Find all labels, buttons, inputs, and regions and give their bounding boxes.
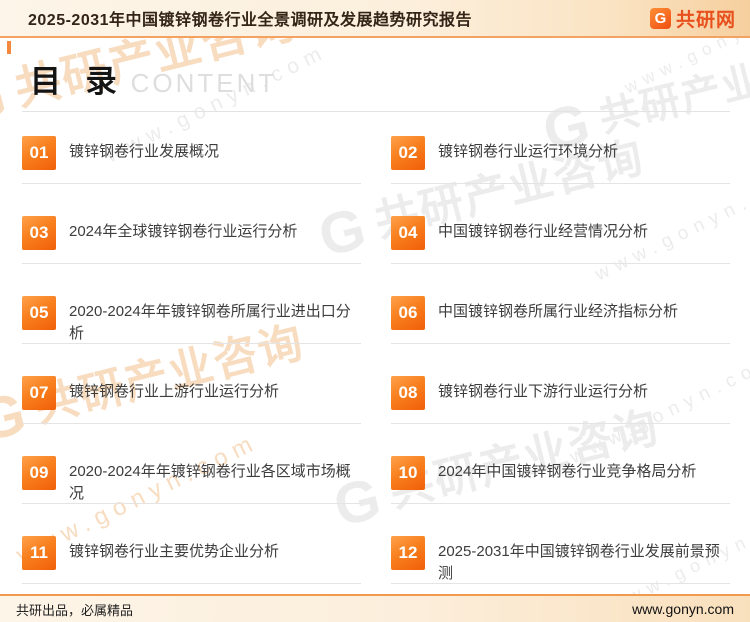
brand-logo: G 共研网 [649, 5, 736, 32]
report-toc-page: G共研产业咨询 www.gonyn.com G共研产业咨询 www.gonyn.… [0, 0, 750, 622]
item-divider [22, 183, 361, 184]
toc-item-number: 07 [22, 376, 56, 410]
left-accent-bar [7, 41, 11, 54]
brand-logo-text: 共研网 [675, 9, 736, 31]
toc-item-label: 2020-2024年年镀锌钢卷行业各区域市场概况 [69, 463, 351, 502]
brand-g-icon: G [649, 7, 671, 29]
watermark-g-icon: G [0, 63, 15, 138]
item-divider [391, 263, 730, 264]
item-divider [22, 263, 361, 264]
toc-heading-cn: 目 录 [30, 64, 125, 99]
report-title: 2025-2031年中国镀锌钢卷行业全景调研及发展趋势研究报告 [28, 12, 473, 29]
item-divider [22, 343, 361, 344]
toc-item-label: 镀锌钢卷行业运行环境分析 [438, 143, 619, 160]
toc-item: 08 镀锌钢卷行业下游行业运行分析 [391, 376, 730, 456]
toc-item-label: 镀锌钢卷行业上游行业运行分析 [69, 383, 280, 400]
footer: 共研出品，必属精品 www.gonyn.com [0, 594, 750, 622]
toc-item-label: 2024年全球镀锌钢卷行业运行分析 [69, 223, 298, 240]
toc-item: 03 2024年全球镀锌钢卷行业运行分析 [22, 216, 361, 296]
item-divider [22, 583, 361, 584]
toc-item-label: 中国镀锌钢卷所属行业经济指标分析 [438, 303, 679, 320]
toc-item-number: 12 [391, 536, 425, 570]
toc-item-label: 镀锌钢卷行业下游行业运行分析 [438, 383, 649, 400]
toc-item-label: 2024年中国镀锌钢卷行业竞争格局分析 [438, 463, 697, 480]
toc-grid: 01 镀锌钢卷行业发展概况 02 镀锌钢卷行业运行环境分析 03 2024年全球… [22, 136, 730, 616]
toc-item: 01 镀锌钢卷行业发展概况 [22, 136, 361, 216]
toc-item: 04 中国镀锌钢卷行业经营情况分析 [391, 216, 730, 296]
toc-item-label: 镀锌钢卷行业发展概况 [69, 143, 220, 160]
footer-slogan: 共研出品，必属精品 [16, 602, 134, 618]
toc-item-label: 2020-2024年年镀锌钢卷所属行业进出口分析 [69, 303, 351, 342]
toc-item: 05 2020-2024年年镀锌钢卷所属行业进出口分析 [22, 296, 361, 376]
heading-rule [22, 111, 730, 112]
item-divider [391, 583, 730, 584]
toc-item: 02 镀锌钢卷行业运行环境分析 [391, 136, 730, 216]
toc-item-label: 2025-2031年中国镀锌钢卷行业发展前景预测 [438, 543, 720, 582]
toc-item-number: 08 [391, 376, 425, 410]
toc-item-number: 03 [22, 216, 56, 250]
toc-item-number: 09 [22, 456, 56, 490]
toc-item-label: 中国镀锌钢卷行业经营情况分析 [438, 223, 649, 240]
toc-item-number: 10 [391, 456, 425, 490]
toc-heading: 目 录 CONTENT [30, 56, 277, 101]
item-divider [391, 343, 730, 344]
toc-item-label: 镀锌钢卷行业主要优势企业分析 [69, 543, 280, 560]
item-divider [391, 423, 730, 424]
footer-website-url[interactable]: www.gonyn.com [632, 601, 734, 617]
toc-item-number: 06 [391, 296, 425, 330]
item-divider [391, 503, 730, 504]
item-divider [22, 423, 361, 424]
toc-heading-en: CONTENT [130, 68, 278, 98]
item-divider [22, 503, 361, 504]
toc-item: 09 2020-2024年年镀锌钢卷行业各区域市场概况 [22, 456, 361, 536]
toc-item-number: 02 [391, 136, 425, 170]
toc-item: 10 2024年中国镀锌钢卷行业竞争格局分析 [391, 456, 730, 536]
header: 2025-2031年中国镀锌钢卷行业全景调研及发展趋势研究报告 G 共研网 [0, 0, 750, 38]
toc-item-number: 05 [22, 296, 56, 330]
toc-item-number: 01 [22, 136, 56, 170]
item-divider [391, 183, 730, 184]
toc-item: 07 镀锌钢卷行业上游行业运行分析 [22, 376, 361, 456]
toc-item-number: 11 [22, 536, 56, 570]
toc-item-number: 04 [391, 216, 425, 250]
toc-item: 06 中国镀锌钢卷所属行业经济指标分析 [391, 296, 730, 376]
